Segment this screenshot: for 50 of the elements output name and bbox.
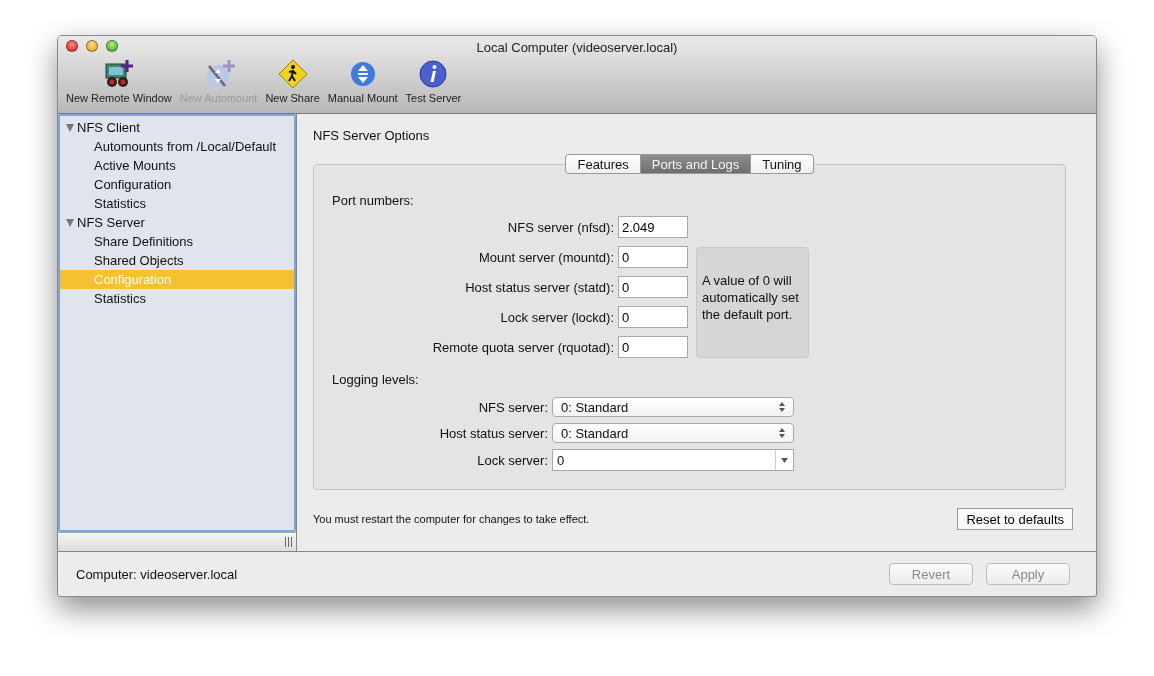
stepper-arrows-icon xyxy=(779,402,785,412)
panel-title: NFS Server Options xyxy=(313,128,431,145)
sidebar-item[interactable]: Active Mounts xyxy=(60,156,294,175)
help-note: A value of 0 will automatically set the default port. xyxy=(696,247,809,358)
port-field[interactable]: 0 xyxy=(618,336,688,358)
field-label: Host status server (statd): xyxy=(464,279,614,295)
window-title: Local Computer (videoserver.local) xyxy=(476,39,678,55)
field-label: Host status server: xyxy=(438,425,548,441)
tab[interactable]: Features xyxy=(565,154,641,174)
pedestrian-sign-icon xyxy=(276,58,309,90)
port-field[interactable]: 0 xyxy=(618,306,688,328)
popup-menu[interactable]: 0: Standard xyxy=(552,423,794,443)
combo-box[interactable]: 0 xyxy=(552,449,794,471)
computer-label: Computer: videoserver.local xyxy=(76,566,238,582)
sidebar-group[interactable]: NFS Server xyxy=(60,213,294,232)
toolbar-button[interactable]: Test Server xyxy=(403,58,464,104)
field-label: NFS server (nfsd): xyxy=(506,219,614,235)
toolbar-button[interactable]: New Share xyxy=(263,58,322,104)
minimize-button[interactable] xyxy=(86,40,98,52)
sidebar-item[interactable]: Automounts from /Local/Default xyxy=(60,137,294,156)
port-field[interactable]: 2.049 xyxy=(618,216,688,238)
section-heading: Logging levels: xyxy=(332,372,420,389)
toolbar-button[interactable]: Manual Mount xyxy=(325,58,400,104)
field-label: Lock server: xyxy=(476,452,548,468)
field-label: Remote quota server (rquotad): xyxy=(431,339,614,355)
disclosure-triangle-icon[interactable] xyxy=(66,123,74,132)
sidebar-item[interactable]: Statistics xyxy=(60,289,294,308)
field-label: NFS server: xyxy=(477,399,548,415)
field-label: Mount server (mountd): xyxy=(477,249,614,265)
tab[interactable]: Tuning xyxy=(751,154,814,174)
popup-menu[interactable]: 0: Standard xyxy=(552,397,794,417)
sidebar-item[interactable]: Statistics xyxy=(60,194,294,213)
section-heading: Port numbers: xyxy=(332,193,415,210)
reset-button[interactable]: Reset to defaults xyxy=(957,508,1073,530)
sidebar-item[interactable]: Share Definitions xyxy=(60,232,294,251)
close-button[interactable] xyxy=(66,40,78,52)
sidebar-item[interactable]: Configuration xyxy=(60,175,294,194)
disclosure-triangle-icon[interactable] xyxy=(66,218,74,227)
restart-note: You must restart the computer for changes to take effect. xyxy=(313,513,590,525)
port-field[interactable]: 0 xyxy=(618,276,688,298)
field-label: Lock server (lockd): xyxy=(499,309,614,325)
tab[interactable]: Ports and Logs xyxy=(640,154,752,174)
caret-icon xyxy=(781,457,788,463)
sidebar-group[interactable]: NFS Client xyxy=(60,118,294,137)
toolbar-button[interactable]: New Remote Window xyxy=(64,58,174,104)
sidebar-item[interactable]: Shared Objects xyxy=(60,251,294,270)
zoom-button[interactable] xyxy=(106,40,118,52)
stepper-arrows-icon xyxy=(779,428,785,438)
info-icon xyxy=(417,58,450,90)
port-field[interactable]: 0 xyxy=(618,246,688,268)
